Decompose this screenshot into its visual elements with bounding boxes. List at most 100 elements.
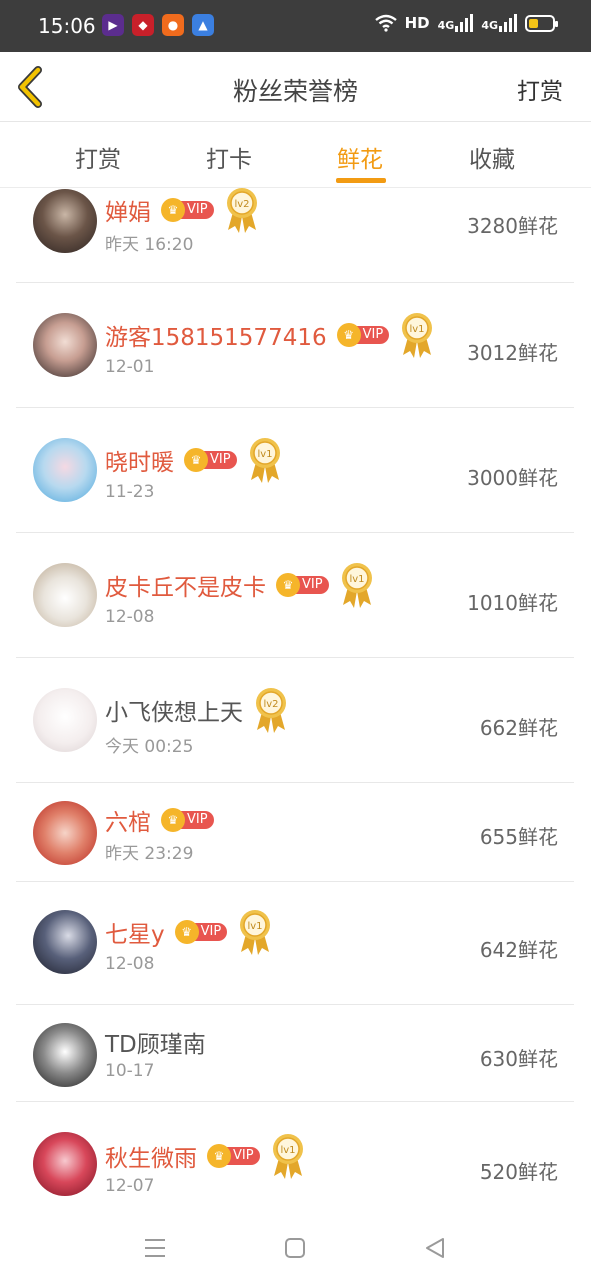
list-item[interactable]: 秋生微雨 ♛ VIP lv1 12-07 520鲜花 bbox=[16, 1102, 574, 1216]
list-item[interactable]: 游客158151577416 ♛ VIP lv1 12-01 3012鲜花 bbox=[16, 283, 574, 408]
user-name[interactable]: TD顾瑾南 bbox=[105, 1025, 206, 1059]
level-medal-icon: lv2 bbox=[256, 688, 286, 733]
status-bar: 15:06 ▶ ◆ ● ▲ HD 4G 4G bbox=[0, 0, 591, 52]
user-name[interactable]: 游客158151577416 bbox=[105, 318, 327, 352]
avatar[interactable] bbox=[33, 1132, 97, 1196]
crown-icon: ♛ bbox=[161, 198, 185, 222]
list-item[interactable]: 六棺 ♛ VIP 昨天 23:29 655鲜花 bbox=[16, 783, 574, 882]
avatar[interactable] bbox=[33, 313, 97, 377]
flower-count: 520鲜花 bbox=[479, 1160, 558, 1184]
svg-text:lv1: lv1 bbox=[410, 324, 425, 335]
flower-count: 630鲜花 bbox=[479, 1047, 558, 1071]
user-name[interactable]: 七星y bbox=[105, 915, 165, 949]
user-name[interactable]: 六棺 bbox=[105, 803, 151, 837]
svg-text:lv1: lv1 bbox=[248, 921, 263, 932]
battery-icon bbox=[525, 14, 558, 32]
menu-icon[interactable] bbox=[141, 1234, 169, 1262]
flower-count: 3280鲜花 bbox=[467, 214, 558, 238]
avatar[interactable] bbox=[33, 801, 97, 865]
vip-badge: ♛ VIP bbox=[336, 323, 390, 347]
crown-icon: ♛ bbox=[207, 1144, 231, 1168]
shop-app-icon: ◆ bbox=[132, 14, 154, 36]
timestamp: 12-08 bbox=[105, 607, 155, 627]
flower-count: 642鲜花 bbox=[479, 938, 558, 962]
tab-checkin[interactable]: 打卡 bbox=[206, 140, 252, 174]
vip-badge: ♛ VIP bbox=[207, 1144, 260, 1168]
level-medal-icon: lv1 bbox=[341, 563, 372, 608]
level-medal-icon: lv2 bbox=[226, 188, 257, 233]
list-item[interactable]: TD顾瑾南 10-17 630鲜花 bbox=[16, 1005, 574, 1102]
timestamp: 10-17 bbox=[105, 1061, 155, 1081]
avatar[interactable] bbox=[33, 1023, 97, 1087]
flower-count: 1010鲜花 bbox=[467, 591, 558, 615]
wifi-icon bbox=[374, 14, 397, 32]
user-name[interactable]: 秋生微雨 bbox=[105, 1139, 197, 1173]
avatar[interactable] bbox=[33, 688, 97, 752]
list-item[interactable]: 小飞侠想上天 lv2 今天 00:25 662鲜花 bbox=[16, 658, 574, 783]
video-app-icon: ▶ bbox=[102, 14, 124, 36]
svg-text:lv2: lv2 bbox=[263, 699, 278, 710]
tab-reward[interactable]: 打赏 bbox=[75, 140, 121, 174]
level-medal-icon: lv1 bbox=[272, 1134, 303, 1179]
timestamp: 11-23 bbox=[105, 482, 155, 502]
timestamp: 今天 00:25 bbox=[105, 737, 194, 757]
flower-count: 662鲜花 bbox=[479, 716, 558, 740]
kuaishou-app-icon: ● bbox=[162, 14, 184, 36]
tab-favorites[interactable]: 收藏 bbox=[469, 140, 515, 174]
timestamp: 12-08 bbox=[105, 954, 155, 974]
flower-count: 655鲜花 bbox=[479, 825, 558, 849]
avatar[interactable] bbox=[33, 563, 97, 627]
signal-1-icon: 4G bbox=[438, 14, 474, 32]
flower-count: 3000鲜花 bbox=[467, 466, 558, 490]
svg-text:lv2: lv2 bbox=[234, 199, 249, 210]
signal-2-icon: 4G bbox=[481, 14, 517, 32]
level-medal-icon: lv1 bbox=[402, 313, 433, 358]
user-name[interactable]: 晓时暖 bbox=[105, 443, 174, 477]
hd-indicator: HD bbox=[404, 14, 430, 32]
back-nav-icon[interactable] bbox=[421, 1234, 449, 1262]
user-name[interactable]: 小飞侠想上天 bbox=[105, 693, 243, 727]
timestamp: 12-01 bbox=[105, 357, 155, 377]
crown-icon: ♛ bbox=[174, 920, 199, 944]
list-item[interactable]: 皮卡丘不是皮卡 ♛ VIP lv1 12-08 1010鲜花 bbox=[16, 533, 574, 658]
vip-badge: ♛ VIP bbox=[276, 573, 329, 597]
status-time: 15:06 bbox=[38, 14, 96, 38]
list-item[interactable]: 七星y ♛ VIP lv1 12-08 642鲜花 bbox=[16, 882, 574, 1005]
avatar[interactable] bbox=[33, 189, 97, 253]
level-medal-icon: lv1 bbox=[240, 910, 271, 955]
tab-bar: 打赏 打卡 鲜花 收藏 bbox=[0, 122, 591, 188]
page-title: 粉丝荣誉榜 bbox=[232, 77, 358, 106]
crown-icon: ♛ bbox=[184, 448, 208, 472]
home-icon[interactable] bbox=[281, 1234, 309, 1262]
timestamp: 昨天 16:20 bbox=[105, 235, 194, 255]
svg-text:lv1: lv1 bbox=[349, 574, 364, 585]
crown-icon: ♛ bbox=[336, 323, 361, 347]
vip-badge: ♛ VIP bbox=[161, 808, 214, 832]
active-tab-indicator bbox=[336, 178, 386, 183]
avatar[interactable] bbox=[33, 910, 97, 974]
system-nav-bar bbox=[0, 1216, 591, 1280]
network-type-1: 4G bbox=[437, 19, 455, 32]
notification-icons: ▶ ◆ ● ▲ bbox=[102, 14, 214, 36]
svg-text:lv1: lv1 bbox=[257, 449, 272, 460]
user-name[interactable]: 婵娟 bbox=[105, 193, 151, 227]
title-bar: 粉丝荣誉榜 打赏 bbox=[0, 52, 591, 122]
list-item[interactable]: 婵娟 ♛ VIP lv2 昨天 16:20 3280鲜花 bbox=[16, 188, 574, 283]
list-item[interactable]: 晓时暖 ♛ VIP lv1 11-23 3000鲜花 bbox=[16, 408, 574, 533]
timestamp: 12-07 bbox=[105, 1176, 155, 1196]
vip-badge: ♛ VIP bbox=[161, 198, 214, 222]
vip-badge: ♛ VIP bbox=[184, 448, 237, 472]
timestamp: 昨天 23:29 bbox=[105, 844, 194, 864]
crown-icon: ♛ bbox=[276, 573, 300, 597]
svg-text:lv1: lv1 bbox=[280, 1145, 295, 1156]
fan-ranking-list[interactable]: 婵娟 ♛ VIP lv2 昨天 16:20 3280鲜花 游客1581515774… bbox=[0, 188, 591, 1216]
tab-flowers[interactable]: 鲜花 bbox=[337, 140, 383, 174]
reward-button[interactable]: 打赏 bbox=[517, 72, 563, 106]
vip-badge: ♛ VIP bbox=[174, 920, 228, 944]
network-type-2: 4G bbox=[481, 19, 498, 32]
cloud-app-icon: ▲ bbox=[192, 14, 214, 36]
user-name[interactable]: 皮卡丘不是皮卡 bbox=[105, 568, 266, 602]
flower-count: 3012鲜花 bbox=[467, 341, 558, 365]
avatar[interactable] bbox=[33, 438, 97, 502]
crown-icon: ♛ bbox=[161, 808, 185, 832]
